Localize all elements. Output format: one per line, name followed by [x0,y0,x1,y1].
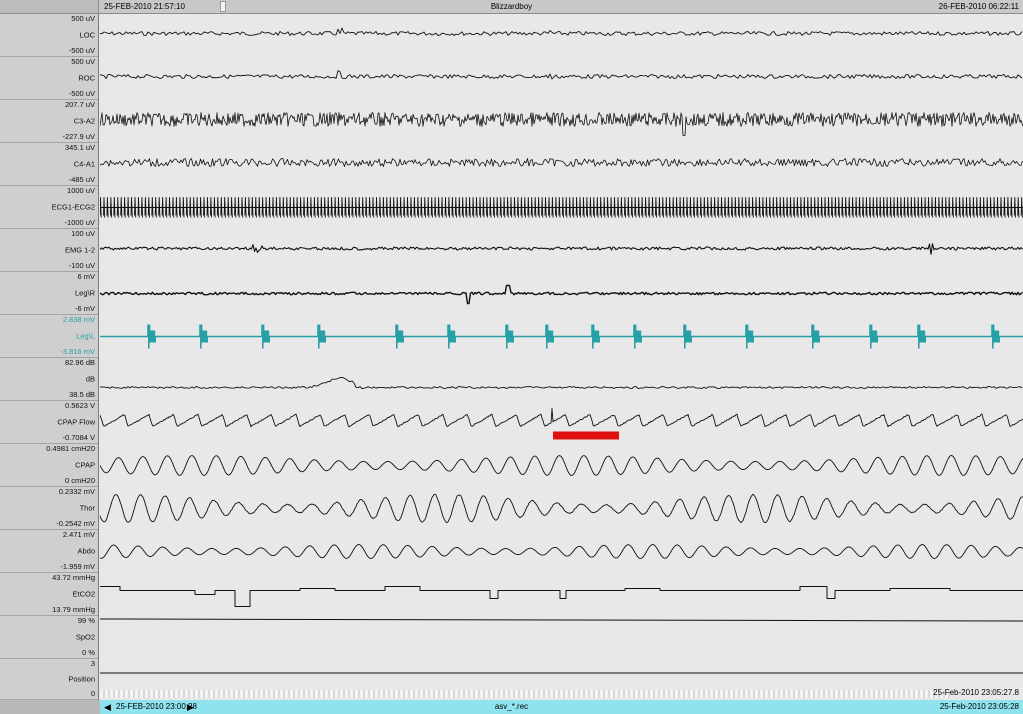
channel-name: ECG1-ECG2 [51,202,95,212]
channel-name: Abdo [77,546,95,556]
recording-header: 25-FEB-2010 21:57:10 Blizzardboy 26-FEB-… [0,0,1023,14]
channel-min-scale: -227.9 uV [62,132,95,141]
trace-thor [99,493,1023,524]
channel-max-scale: 500 uV [71,57,95,66]
trace-loc [99,27,1023,36]
channel-max-scale: 500 uV [71,14,95,23]
channel-min-scale: -500 uV [68,89,95,98]
channel-label-row[interactable]: 43.72 mmHg EtCO2 13.79 mmHg [0,573,98,616]
trace-abdo [99,544,1023,559]
channel-label-row[interactable]: 207.7 uV C3-A2 -227.9 uV [0,100,98,143]
channel-max-scale: 2.471 mV [62,530,95,539]
channel-label-row[interactable]: 2.471 mV Abdo -1.959 mV [0,530,98,573]
channel-name: dB [85,374,95,384]
channel-name: EtCO2 [72,589,95,599]
channel-label-row[interactable]: 0.5623 V CPAP Flow -0.7084 V [0,401,98,444]
channel-label-panel: 500 uV LOC -500 uV 500 uV ROC -500 uV 207.7 uV… [0,14,99,700]
recording-end-time: 26-FEB-2010 06:22:11 [938,2,1019,11]
channel-name: LOC [79,30,95,40]
trace-db [99,376,1023,389]
channel-max-scale: 2.838 mV [62,315,95,324]
channel-label-row[interactable]: 0.2332 mV Thor -0.2542 mV [0,487,98,530]
patient-title: Blizzardboy [490,2,533,11]
channel-label-row[interactable]: 100 uV EMG 1-2 -100 uV [0,229,98,272]
channel-min-scale: -0.2542 mV [56,519,95,528]
channel-max-scale: 1000 uV [67,186,95,195]
channel-name: Leg\R [74,288,95,298]
channel-max-scale: 100 uV [71,229,95,238]
channel-min-scale: 0 % [82,648,95,657]
channel-name: C3-A2 [73,116,95,126]
channel-min-scale: -6 mV [74,304,95,313]
channel-max-scale: 0.5623 V [64,401,95,410]
channel-max-scale: 345.1 uV [64,143,95,152]
channel-name: CPAP [75,460,95,470]
channel-max-scale: 0.4981 cmH20 [46,444,95,453]
time-ruler [100,690,950,698]
channel-min-scale: -1.959 mV [60,562,95,571]
channel-max-scale: 82.96 dB [64,358,95,367]
channel-label-row[interactable]: 345.1 uV C4-A1 -485 uV [0,143,98,186]
channel-label-row[interactable]: 0.4981 cmH20 CPAP 0 cmH20 [0,444,98,487]
channel-name: Thor [79,503,95,513]
channel-name: EMG 1-2 [64,245,95,255]
channel-min-scale: 13.79 mmHg [52,605,95,614]
channel-name: ROC [78,73,95,83]
channel-name: SpO2 [75,632,95,642]
channel-min-scale: 38.5 dB [69,390,95,399]
trace-spo2 [99,618,1023,622]
channel-max-scale: 43.72 mmHg [52,573,95,582]
channel-label-row[interactable]: 6 mV Leg\R -6 mV [0,272,98,315]
channel-min-scale: -1000 uV [64,218,95,227]
channel-max-scale: 0.2332 mV [58,487,95,496]
trace-leg-l [100,324,1023,349]
channel-min-scale: -500 uV [68,46,95,55]
channel-max-scale: 207.7 uV [64,100,95,109]
trace-roc [99,70,1023,80]
channel-name: C4-A1 [73,159,95,169]
trace-leg-r [99,284,1023,305]
channel-label-row[interactable]: 500 uV ROC -500 uV [0,57,98,100]
event-marker[interactable] [553,431,619,440]
channel-max-scale: 6 mV [77,272,95,281]
window-end-time: 25-Feb-2010 23:05:28 [939,702,1019,711]
channel-min-scale: -485 uV [68,175,95,184]
channel-min-scale: -0.7084 V [62,433,95,442]
channel-min-scale: 0 cmH20 [64,476,95,485]
channel-name: Leg\L [76,331,95,341]
navigation-bar: ◀ 25-FEB-2010 23:00:28 ▶ asv_*.rec 25-Fe… [0,700,1023,714]
trace-c4-a1 [99,158,1023,167]
channel-max-scale: 3 [90,659,95,668]
channel-label-row[interactable]: 1000 uV ECG1-ECG2 -1000 uV [0,186,98,229]
trace-ecg1-ecg2 [99,197,1023,218]
channel-label-row[interactable]: 82.96 dB dB 38.5 dB [0,358,98,401]
signal-plot-area[interactable] [99,14,1023,700]
recording-filename: asv_*.rec [494,702,529,711]
trace-emg-1-2 [99,243,1023,255]
channel-label-row[interactable]: 99 % SpO2 0 % [0,616,98,659]
channel-min-scale: 0 [90,689,95,698]
trace-etco2 [100,586,1023,607]
channel-max-scale: 99 % [77,616,95,625]
channel-min-scale: -100 uV [68,261,95,270]
channel-label-row[interactable]: 500 uV LOC -500 uV [0,14,98,57]
channel-name: CPAP Flow [57,417,95,427]
trace-c3-a2 [99,112,1023,136]
channel-label-row[interactable]: 3 Position 0 [0,659,98,700]
channel-label-row[interactable]: 2.838 mV Leg\L -3.816 mV [0,315,98,358]
trace-cpap [99,455,1023,476]
trace-cpap-flow [99,408,1023,428]
channel-name: Position [68,674,95,684]
channel-min-scale: -3.816 mV [60,347,95,356]
cursor-time: 25-Feb-2010 23:05:27.8 [933,688,1019,697]
signal-traces[interactable] [99,14,1023,700]
